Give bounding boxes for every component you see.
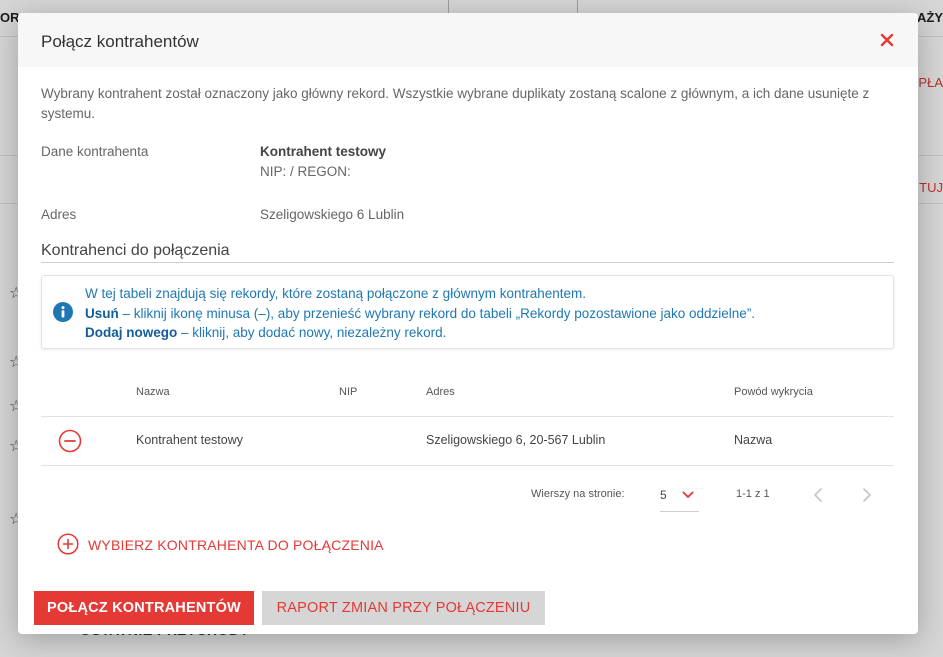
- column-header-name[interactable]: Nazwa: [136, 386, 170, 398]
- column-header-reason[interactable]: Powód wykrycia: [734, 386, 813, 398]
- table-header-divider: [41, 416, 894, 417]
- dialog-header: Połącz kontrahentów: [18, 13, 918, 67]
- section-divider: [41, 262, 894, 263]
- close-icon[interactable]: [879, 32, 895, 48]
- dialog-intro-text: Wybrany kontrahent został oznaczony jako…: [41, 86, 870, 121]
- info-line-intro: W tej tabeli znajdują się rekordy, które…: [85, 286, 587, 301]
- address-value: Szeligowskiego 6 Lublin: [260, 207, 405, 222]
- chevron-right-icon[interactable]: [860, 487, 874, 503]
- plus-circle-icon: [57, 533, 79, 555]
- contractor-name: Kontrahent testowy: [260, 144, 387, 159]
- minus-circle-icon[interactable]: [58, 429, 82, 453]
- table-cell-address: Szeligowskiego 6, 20-567 Lublin: [426, 433, 606, 447]
- section-title: Kontrahenci do połączenia: [41, 242, 230, 259]
- info-line-add: Dodaj nowego – kliknij, aby dodać nowy, …: [85, 325, 446, 340]
- info-add-keyword: Dodaj nowego: [85, 325, 178, 340]
- rows-per-page-value: 5: [660, 488, 667, 502]
- info-line-remove: Usuń – kliknij ikonę minusa (–), aby prz…: [85, 306, 755, 321]
- chevron-left-icon[interactable]: [811, 487, 825, 503]
- rows-per-page-label: Wierszy na stronie:: [531, 488, 625, 500]
- pagination-range: 1-1 z 1: [736, 488, 770, 500]
- merge-report-button[interactable]: RAPORT ZMIAN PRZY POŁĄCZENIU: [262, 591, 545, 625]
- table-row-divider: [41, 465, 894, 466]
- table-cell-reason: Nazwa: [734, 433, 773, 447]
- chevron-down-icon: [682, 491, 694, 498]
- info-icon: [53, 302, 73, 322]
- rows-per-page-select[interactable]: 5: [660, 483, 699, 512]
- merge-contractors-button[interactable]: POŁĄCZ KONTRAHENTÓW: [34, 591, 254, 625]
- address-label: Adres: [41, 207, 77, 222]
- contractor-label: Dane kontrahenta: [41, 144, 149, 159]
- info-remove-text: – kliknij ikonę minusa (–), aby przenieś…: [118, 306, 756, 321]
- info-remove-keyword: Usuń: [85, 306, 119, 321]
- column-header-nip[interactable]: NIP: [339, 386, 357, 398]
- info-box: W tej tabeli znajdują się rekordy, które…: [41, 275, 894, 349]
- contractor-ids: NIP: / REGON:: [260, 164, 351, 179]
- info-add-text: – kliknij, aby dodać nowy, niezależny re…: [177, 325, 447, 340]
- table-cell-name: Kontrahent testowy: [136, 433, 244, 447]
- merge-contractors-dialog: Połącz kontrahentów Wybrany kontrahent z…: [18, 13, 918, 634]
- column-header-address[interactable]: Adres: [426, 386, 455, 398]
- dialog-title: Połącz kontrahentów: [41, 32, 199, 51]
- select-contractor-label: WYBIERZ KONTRAHENTA DO POŁĄCZENIA: [88, 537, 384, 553]
